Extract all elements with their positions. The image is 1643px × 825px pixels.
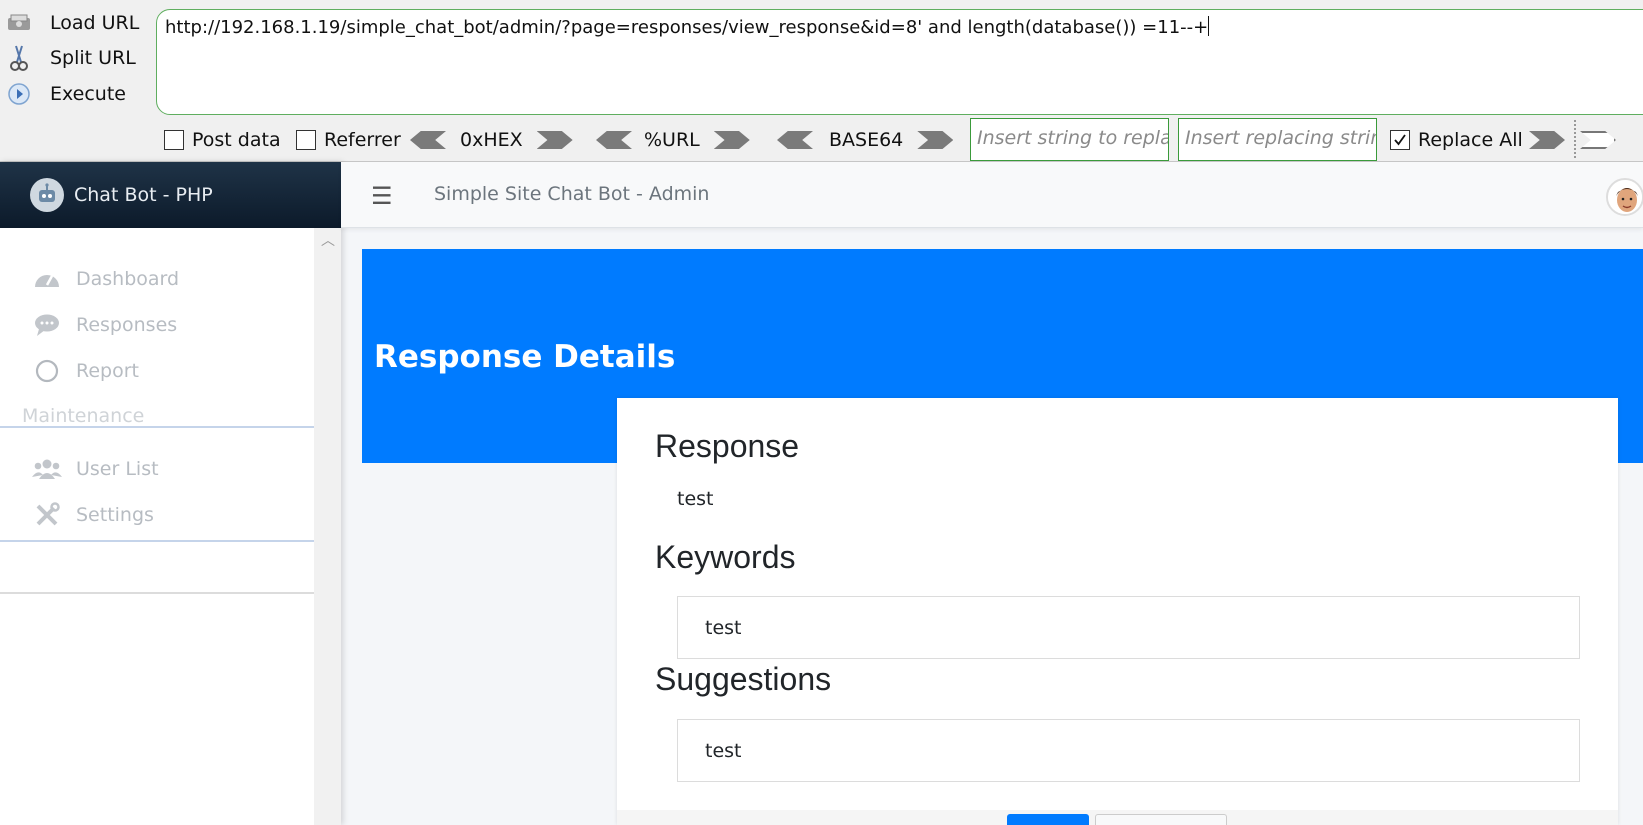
robot-logo-icon bbox=[30, 178, 64, 212]
sidebar-section-header: Maintenance bbox=[22, 405, 145, 427]
suggestions-value: test bbox=[677, 719, 1580, 782]
load-url-button[interactable]: Load URL bbox=[0, 6, 150, 40]
replace-input[interactable]: Insert string to replace bbox=[970, 118, 1169, 161]
sidebar-item-label: User List bbox=[76, 458, 159, 480]
scissors-icon bbox=[4, 43, 34, 73]
referrer-checkbox[interactable] bbox=[296, 130, 316, 150]
sidebar-item-dashboard[interactable]: Dashboard bbox=[32, 262, 179, 296]
referrer-label: Referrer bbox=[324, 129, 401, 151]
toolbar-separator bbox=[1574, 120, 1576, 158]
sidebar-item-label: Settings bbox=[76, 504, 154, 526]
speedometer-icon bbox=[32, 264, 62, 294]
sidebar-item-responses[interactable]: Responses bbox=[32, 308, 177, 342]
sidebar-scrollbar[interactable] bbox=[314, 228, 341, 825]
keywords-value: test bbox=[677, 596, 1580, 659]
avatar[interactable] bbox=[1606, 178, 1643, 216]
base64-decode-arrow-icon[interactable] bbox=[777, 131, 813, 149]
base64-encode-arrow-icon[interactable] bbox=[917, 131, 954, 149]
url-textarea[interactable]: http://192.168.1.19/simple_chat_bot/admi… bbox=[156, 9, 1643, 115]
sidebar-item-label: Dashboard bbox=[76, 268, 180, 290]
hex-encoder[interactable]: 0xHEX bbox=[410, 122, 573, 158]
execute-button[interactable]: Execute bbox=[0, 77, 150, 111]
sidebar-item-settings[interactable]: Settings bbox=[32, 498, 154, 532]
more-arrow-icon[interactable] bbox=[1580, 131, 1616, 149]
circle-icon bbox=[32, 356, 62, 386]
keywords-heading: Keywords bbox=[655, 539, 796, 575]
text-caret bbox=[1208, 16, 1210, 36]
brand-link[interactable]: Chat Bot - PHP bbox=[0, 162, 341, 228]
post-data-checkbox[interactable] bbox=[164, 130, 184, 150]
base64-label: BASE64 bbox=[829, 129, 904, 151]
sidebar-divider bbox=[0, 426, 314, 428]
sidebar-item-user-list[interactable]: User List bbox=[32, 452, 159, 486]
load-url-label: Load URL bbox=[50, 12, 140, 34]
sidebar-item-label: Report bbox=[76, 360, 139, 382]
brand-text: Chat Bot - PHP bbox=[74, 184, 213, 206]
url-encoder[interactable]: %URL bbox=[596, 122, 750, 158]
hex-encode-arrow-icon[interactable] bbox=[536, 131, 573, 149]
referrer-toggle[interactable]: Referrer bbox=[296, 122, 401, 158]
url-text: http://192.168.1.19/simple_chat_bot/admi… bbox=[165, 17, 1209, 38]
suggestions-heading: Suggestions bbox=[655, 661, 832, 697]
top-navbar: ☰ Simple Site Chat Bot - Admin bbox=[341, 162, 1643, 228]
response-value: test bbox=[677, 488, 714, 510]
sidebar-item-label: Responses bbox=[76, 314, 178, 336]
replace-all-checkbox[interactable] bbox=[1390, 130, 1410, 150]
split-url-label: Split URL bbox=[50, 47, 136, 69]
replace-arrow-icon[interactable] bbox=[1529, 131, 1565, 149]
sidebar: Chat Bot - PHP ︿ Dashboard Responses Rep… bbox=[0, 162, 341, 825]
more-arrow[interactable] bbox=[1580, 122, 1616, 158]
replace-all-label: Replace All bbox=[1418, 129, 1523, 151]
post-data-label: Post data bbox=[192, 129, 281, 151]
split-url-button[interactable]: Split URL bbox=[0, 41, 150, 75]
page-title: Response Details bbox=[374, 339, 676, 375]
response-details-card: Response test Keywords test Suggestions … bbox=[617, 398, 1618, 825]
primary-button[interactable] bbox=[1007, 814, 1089, 825]
urlenc-label: %URL bbox=[644, 129, 700, 151]
base64-encoder[interactable]: BASE64 bbox=[777, 122, 954, 158]
hex-decode-arrow-icon[interactable] bbox=[410, 131, 446, 149]
play-icon bbox=[4, 79, 34, 109]
url-encode-arrow-icon[interactable] bbox=[713, 131, 750, 149]
replacing-input[interactable]: Insert replacing string bbox=[1178, 118, 1377, 161]
post-data-toggle[interactable]: Post data bbox=[164, 122, 281, 158]
load-url-icon bbox=[4, 8, 34, 38]
sidebar-divider bbox=[0, 540, 314, 542]
execute-label: Execute bbox=[50, 83, 126, 105]
sidebar-divider bbox=[0, 592, 314, 594]
response-heading: Response bbox=[655, 428, 800, 464]
users-icon bbox=[32, 454, 62, 484]
sidebar-item-report[interactable]: Report bbox=[32, 354, 139, 388]
secondary-button[interactable] bbox=[1095, 814, 1227, 825]
url-decode-arrow-icon[interactable] bbox=[596, 131, 632, 149]
replace-arrow[interactable] bbox=[1529, 122, 1565, 158]
hamburger-menu-icon[interactable]: ☰ bbox=[371, 182, 393, 210]
site-title: Simple Site Chat Bot - Admin bbox=[434, 183, 710, 205]
chevron-up-icon[interactable]: ︿ bbox=[318, 230, 338, 250]
hex-label: 0xHEX bbox=[460, 129, 523, 151]
tools-icon bbox=[32, 500, 62, 530]
chat-icon bbox=[32, 310, 62, 340]
replace-all-toggle[interactable]: Replace All bbox=[1390, 122, 1523, 158]
checkmark-icon bbox=[1394, 134, 1406, 146]
hackbar-toolbar: Load URL Split URL Execute http://192.16… bbox=[0, 0, 1643, 162]
